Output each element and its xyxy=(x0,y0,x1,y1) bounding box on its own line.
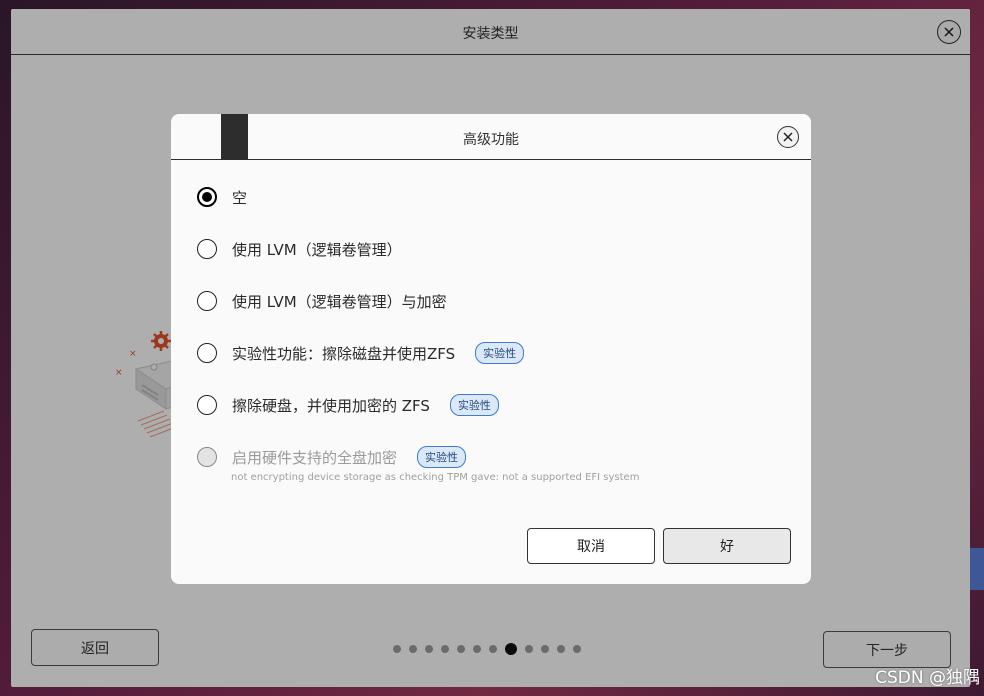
option-label: 使用 LVM（逻辑卷管理） xyxy=(232,240,402,259)
radio-button-disabled xyxy=(197,447,217,467)
option-lvm-encrypted[interactable]: 使用 LVM（逻辑卷管理）与加密 xyxy=(197,288,447,314)
option-none[interactable]: 空 xyxy=(197,184,247,210)
advanced-features-dialog: 高级功能 空 使用 LVM（逻辑卷管理） 使用 LVM（逻辑卷管理）与加密 实验… xyxy=(171,114,811,584)
dialog-header: 高级功能 xyxy=(171,114,811,160)
close-icon xyxy=(783,132,793,142)
cancel-button[interactable]: 取消 xyxy=(527,528,655,564)
watermark: CSDN @独隅 xyxy=(875,668,980,688)
dialog-close-button[interactable] xyxy=(777,126,799,148)
radio-button[interactable] xyxy=(197,395,217,415)
option-label: 空 xyxy=(232,188,248,207)
option-hardware-encryption: 启用硬件支持的全盘加密 实验性 xyxy=(197,444,467,470)
option-label: 启用硬件支持的全盘加密 xyxy=(232,448,398,467)
radio-button[interactable] xyxy=(197,239,217,259)
experimental-badge: 实验性 xyxy=(475,342,525,364)
experimental-badge: 实验性 xyxy=(417,446,467,468)
experimental-badge: 实验性 xyxy=(449,394,499,416)
option-label: 实验性功能：擦除磁盘并使用ZFS xyxy=(232,344,456,363)
ok-button[interactable]: 好 xyxy=(663,528,791,564)
radio-button[interactable] xyxy=(197,291,217,311)
option-zfs[interactable]: 实验性功能：擦除磁盘并使用ZFS 实验性 xyxy=(197,340,525,366)
radio-button[interactable] xyxy=(197,343,217,363)
tpm-note: not encrypting device storage as checkin… xyxy=(231,472,640,483)
option-lvm[interactable]: 使用 LVM（逻辑卷管理） xyxy=(197,236,402,262)
option-label: 擦除硬盘，并使用加密的 ZFS xyxy=(232,396,430,415)
dialog-title: 高级功能 xyxy=(463,132,519,148)
option-label: 使用 LVM（逻辑卷管理）与加密 xyxy=(232,292,447,311)
radio-button-selected[interactable] xyxy=(197,187,217,207)
option-zfs-encrypted[interactable]: 擦除硬盘，并使用加密的 ZFS 实验性 xyxy=(197,392,499,418)
